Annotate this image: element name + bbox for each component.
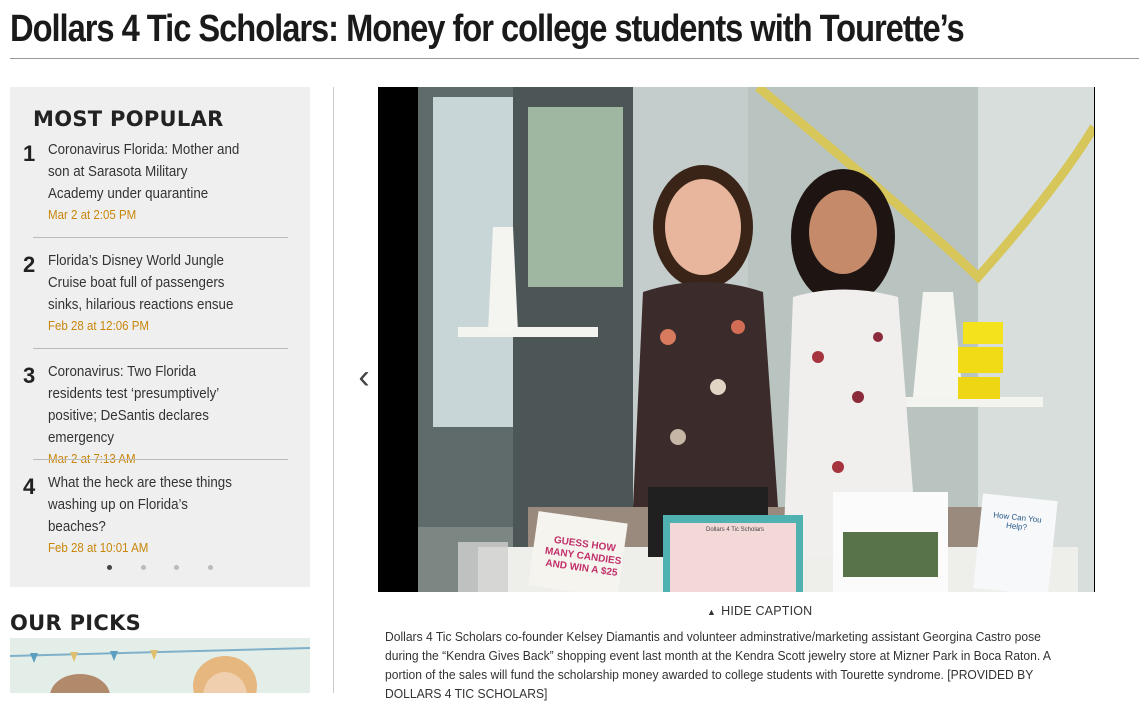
- pagination-dot-3[interactable]: [174, 565, 180, 570]
- pagination-dot-4[interactable]: [207, 565, 213, 570]
- article-headline: Dollars 4 Tic Scholars: Money for colleg…: [10, 8, 965, 50]
- popular-item-title[interactable]: Coronavirus: Two Florida residents test …: [48, 364, 219, 446]
- popular-item-title[interactable]: Florida’s Disney World Jungle Cruise boa…: [48, 253, 233, 313]
- popular-item-number: 1: [23, 141, 36, 166]
- our-picks-title: OUR PICKS: [10, 611, 142, 635]
- gallery-prev-button[interactable]: ‹: [352, 360, 376, 394]
- popular-item-title[interactable]: Coronavirus Florida: Mother and son at S…: [48, 142, 239, 202]
- column-divider: [333, 87, 334, 693]
- popular-item-date: Mar 2 at 2:05 PM: [48, 208, 137, 222]
- pagination-dot-2[interactable]: [140, 565, 146, 570]
- most-popular-title: MOST POPULAR: [33, 107, 224, 131]
- popular-item-number: 3: [23, 363, 36, 388]
- our-picks-thumbnail[interactable]: [10, 638, 310, 693]
- caret-up-icon: ▲: [707, 607, 717, 617]
- list-divider: [33, 459, 288, 460]
- popular-item-title[interactable]: What the heck are these things washing u…: [48, 475, 232, 535]
- photo-caption: Dollars 4 Tic Scholars co-founder Kelsey…: [385, 629, 1051, 701]
- carousel-pagination: [10, 557, 310, 575]
- list-divider: [33, 237, 288, 238]
- article-photo[interactable]: GUESS HOW MANY CANDIES AND WIN A $25 Dol…: [378, 87, 1095, 592]
- hide-caption-label: HIDE CAPTION: [721, 604, 813, 618]
- pagination-dot-1[interactable]: [107, 565, 113, 570]
- hide-caption-button[interactable]: ▲ HIDE CAPTION: [707, 604, 812, 618]
- most-popular-widget: MOST POPULAR 1 Coronavirus Florida: Moth…: [10, 87, 310, 587]
- popular-item-number: 2: [23, 252, 36, 277]
- chevron-left-icon: ‹: [358, 358, 370, 396]
- popular-item-date: Feb 28 at 12:06 PM: [48, 319, 150, 333]
- poster-header-text: Dollars 4 Tic Scholars: [705, 527, 765, 533]
- list-divider: [33, 348, 288, 349]
- popular-item-number: 4: [23, 474, 36, 499]
- headline-divider: [10, 58, 1139, 59]
- popular-item-date: Feb 28 at 10:01 AM: [48, 541, 149, 555]
